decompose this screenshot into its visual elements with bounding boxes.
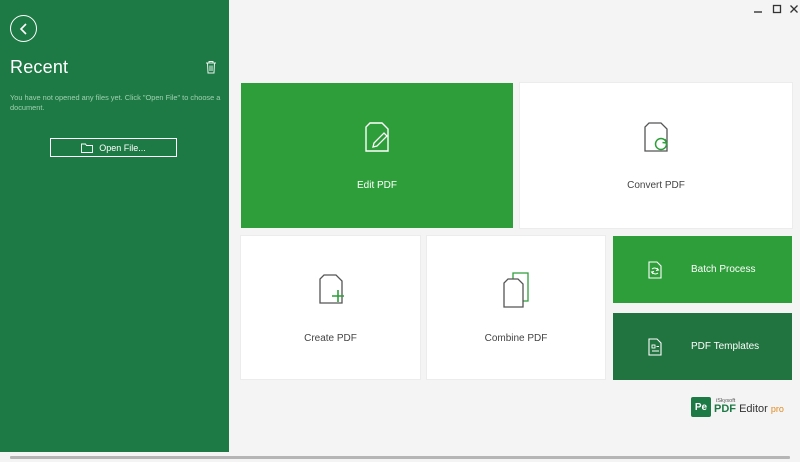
convert-pdf-tile[interactable]: Convert PDF [520, 83, 792, 228]
app-logo: Pe iSkysoft PDF Editor pro [691, 397, 784, 417]
maximize-button[interactable] [771, 4, 783, 14]
batch-process-label: Batch Process [691, 264, 756, 275]
logo-text: iSkysoft PDF Editor pro [714, 398, 784, 416]
logo-badge: Pe [691, 397, 711, 417]
recent-title: Recent [10, 57, 69, 77]
combine-pdf-tile[interactable]: Combine PDF [427, 236, 605, 379]
open-file-label: Open File... [99, 142, 146, 153]
edit-document-icon [365, 122, 389, 152]
trash-icon[interactable] [205, 60, 217, 74]
combine-documents-icon [503, 272, 529, 308]
chevron-left-icon [19, 22, 27, 35]
minimize-icon [754, 11, 762, 13]
maximize-icon [772, 4, 782, 14]
batch-process-icon [648, 260, 662, 279]
close-icon [790, 5, 798, 13]
scrollbar-thumb[interactable] [10, 456, 790, 459]
close-button[interactable] [788, 4, 800, 14]
logo-pro: pro [770, 404, 784, 415]
empty-recent-message: You have not opened any files yet. Click… [10, 93, 221, 112]
logo-product-name: PDF Editor pro [714, 404, 784, 415]
logo-pdf: PDF [714, 403, 736, 416]
folder-icon [81, 143, 94, 153]
pdf-templates-label: PDF Templates [691, 341, 760, 352]
minimize-button[interactable] [752, 4, 764, 14]
open-file-button[interactable]: Open File... [50, 138, 177, 157]
horizontal-scrollbar[interactable] [0, 452, 800, 462]
create-pdf-tile[interactable]: Create PDF [241, 236, 420, 379]
batch-process-tile[interactable]: Batch Process [613, 236, 792, 303]
create-pdf-label: Create PDF [304, 333, 357, 344]
back-button[interactable] [10, 15, 37, 42]
templates-icon [648, 337, 662, 356]
convert-pdf-label: Convert PDF [627, 180, 685, 191]
convert-document-icon [644, 122, 668, 152]
create-document-icon [318, 274, 344, 304]
pdf-templates-tile[interactable]: PDF Templates [613, 313, 792, 380]
edit-pdf-tile[interactable]: Edit PDF [241, 83, 513, 228]
logo-editor: Editor [739, 403, 768, 416]
recent-sidebar: Recent You have not opened any files yet… [0, 0, 229, 452]
edit-pdf-label: Edit PDF [356, 180, 397, 191]
combine-pdf-label: Combine PDF [484, 333, 548, 344]
